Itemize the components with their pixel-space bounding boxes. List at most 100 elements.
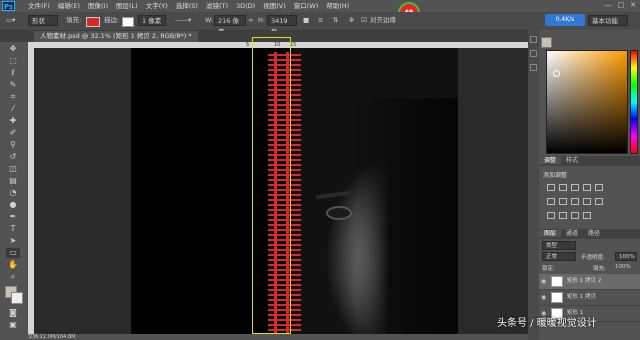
background-color-swatch[interactable]: [11, 292, 23, 304]
document-tab[interactable]: 人物素材.psd @ 32.1% (矩形 1 拷贝 2, RGB/8*) *: [34, 31, 198, 42]
gradient-tool-icon[interactable]: ▤: [6, 176, 20, 186]
stroke-swatch[interactable]: [122, 17, 134, 27]
properties-panel-icon[interactable]: [530, 50, 537, 57]
path-operations-icon[interactable]: ■: [303, 15, 309, 26]
rectangle-tool-icon[interactable]: ▭: [6, 248, 20, 258]
fill-swatch[interactable]: [86, 17, 100, 27]
layer-row[interactable]: ◉ 矩形 1 拷贝: [539, 290, 640, 306]
adjustments-tabs: 调整 样式: [539, 156, 640, 166]
eyedropper-tool-icon[interactable]: ⁄: [6, 104, 20, 114]
color-field[interactable]: [546, 50, 628, 154]
pen-tool-icon[interactable]: ✒: [6, 212, 20, 222]
history-brush-icon[interactable]: ↺: [6, 152, 20, 162]
minimize-button[interactable]: —: [605, 1, 612, 9]
posterize-icon[interactable]: [559, 212, 567, 219]
path-select-icon[interactable]: ➤: [6, 236, 20, 246]
hue-saturation-icon[interactable]: [547, 198, 555, 205]
menu-window[interactable]: 窗口(W): [290, 0, 323, 12]
marquee-tool-icon[interactable]: ⬚: [6, 56, 20, 66]
menu-view[interactable]: 视图(V): [259, 0, 290, 12]
layers-tabs: 图层 通道 路径: [539, 229, 640, 239]
gear-icon[interactable]: ✲: [349, 15, 354, 26]
fill-value[interactable]: 100%: [615, 264, 631, 270]
quick-mask-icon[interactable]: ◙: [6, 308, 20, 318]
zoom-tool-icon[interactable]: ⌕: [6, 272, 20, 282]
width-field[interactable]: 216 像素: [214, 15, 246, 36]
document-canvas[interactable]: [131, 48, 458, 334]
lasso-tool-icon[interactable]: ℓ: [6, 68, 20, 78]
invert-icon[interactable]: [547, 212, 555, 219]
layer-kind-filter[interactable]: 类型: [542, 241, 576, 250]
path-arrangement-icon[interactable]: ⇅: [333, 15, 338, 26]
hand-tool-icon[interactable]: ✋: [6, 260, 20, 270]
menu-file[interactable]: 文件(F): [24, 0, 54, 12]
exposure-icon[interactable]: [583, 184, 591, 191]
height-field[interactable]: 3419 像: [267, 15, 297, 36]
dodge-tool-icon[interactable]: ●: [6, 200, 20, 210]
tab-channels[interactable]: 通道: [561, 230, 583, 237]
eraser-tool-icon[interactable]: ◫: [6, 164, 20, 174]
screen-mode-icon[interactable]: ▣: [6, 320, 20, 330]
menu-type[interactable]: 文字(Y): [142, 0, 172, 12]
hue-slider[interactable]: [630, 50, 638, 154]
w-label: W:: [205, 16, 214, 24]
menu-layer[interactable]: 图层(L): [112, 0, 142, 12]
eye-icon[interactable]: ◉: [541, 290, 547, 305]
shape-mode-select[interactable]: 形状: [28, 15, 58, 26]
tab-layers[interactable]: 图层: [539, 230, 562, 237]
stroke-type-select[interactable]: ——▾: [175, 15, 191, 26]
link-icon[interactable]: ∞: [248, 15, 253, 26]
document-size: 文档:22.0M/164.8M: [28, 334, 76, 340]
photo-filter-icon[interactable]: [583, 198, 591, 205]
eye-icon[interactable]: ◉: [541, 274, 547, 289]
menu-select[interactable]: 选择(S): [172, 0, 202, 12]
tab-adjustments[interactable]: 调整: [539, 157, 562, 164]
brightness-icon[interactable]: [547, 184, 555, 191]
align-edges-checkbox[interactable]: ☑: [361, 15, 367, 26]
menu-edit[interactable]: 编辑(E): [54, 0, 84, 12]
maximize-button[interactable]: □: [618, 1, 625, 9]
quick-select-tool-icon[interactable]: ✎: [6, 80, 20, 90]
menu-filter[interactable]: 滤镜(T): [202, 0, 232, 12]
color-balance-icon[interactable]: [559, 198, 567, 205]
blur-tool-icon[interactable]: ◔: [6, 188, 20, 198]
tool-preset-icon[interactable]: ▭▾: [6, 15, 15, 26]
menu-help[interactable]: 帮助(H): [322, 0, 353, 12]
opacity-field[interactable]: 100%: [615, 252, 637, 261]
main-menu: 文件(F) 编辑(E) 图像(I) 图层(L) 文字(Y) 选择(S) 滤镜(T…: [24, 0, 353, 12]
close-button[interactable]: ✕: [630, 1, 636, 9]
tab-styles[interactable]: 样式: [561, 157, 583, 164]
threshold-icon[interactable]: [571, 212, 579, 219]
history-panel-icon[interactable]: [530, 36, 537, 43]
workspace-select[interactable]: 基本功能: [588, 15, 628, 26]
align-edges-label: 对齐边缘: [370, 16, 396, 24]
adjustments-panel: 调整 样式 添加调整: [539, 156, 640, 228]
brush-tool-icon[interactable]: ✐: [6, 128, 20, 138]
transform-bounding-box[interactable]: [252, 37, 291, 334]
crop-tool-icon[interactable]: ⌗: [6, 92, 20, 102]
color-picker-cursor[interactable]: [553, 70, 560, 77]
black-white-icon[interactable]: [571, 198, 579, 205]
gradient-map-icon[interactable]: [583, 212, 591, 219]
clone-stamp-icon[interactable]: ⚲: [6, 140, 20, 150]
type-tool-icon[interactable]: T: [6, 224, 20, 234]
lock-label: 锁定:: [542, 266, 555, 272]
move-tool-icon[interactable]: ✥: [6, 44, 20, 54]
healing-brush-icon[interactable]: ✚: [6, 116, 20, 126]
curves-icon[interactable]: [571, 184, 579, 191]
stroke-width-field[interactable]: 1 像素: [138, 15, 166, 26]
tools-panel: ✥ ⬚ ℓ ✎ ⌗ ⁄ ✚ ✐ ⚲ ↺ ◫ ▤ ◔ ● ✒ T ➤ ▭ ✋ ⌕ …: [0, 42, 29, 340]
stroke-label: 描边:: [104, 16, 120, 24]
brush-panel-icon[interactable]: [530, 64, 537, 71]
vibrance-icon[interactable]: [595, 184, 603, 191]
blend-mode-select[interactable]: 正常: [542, 252, 576, 261]
channel-mixer-icon[interactable]: [595, 198, 603, 205]
layer-row[interactable]: ◉ 矩形 1 拷贝 2: [539, 274, 640, 290]
levels-icon[interactable]: [559, 184, 567, 191]
color-panel-foreground-swatch[interactable]: [541, 37, 552, 48]
menu-image[interactable]: 图像(I): [84, 0, 112, 12]
menu-3d[interactable]: 3D(D): [232, 0, 259, 12]
photoshop-logo: Ps: [2, 1, 15, 11]
path-alignment-icon[interactable]: ≡: [318, 15, 323, 26]
tab-paths[interactable]: 路径: [583, 230, 605, 237]
